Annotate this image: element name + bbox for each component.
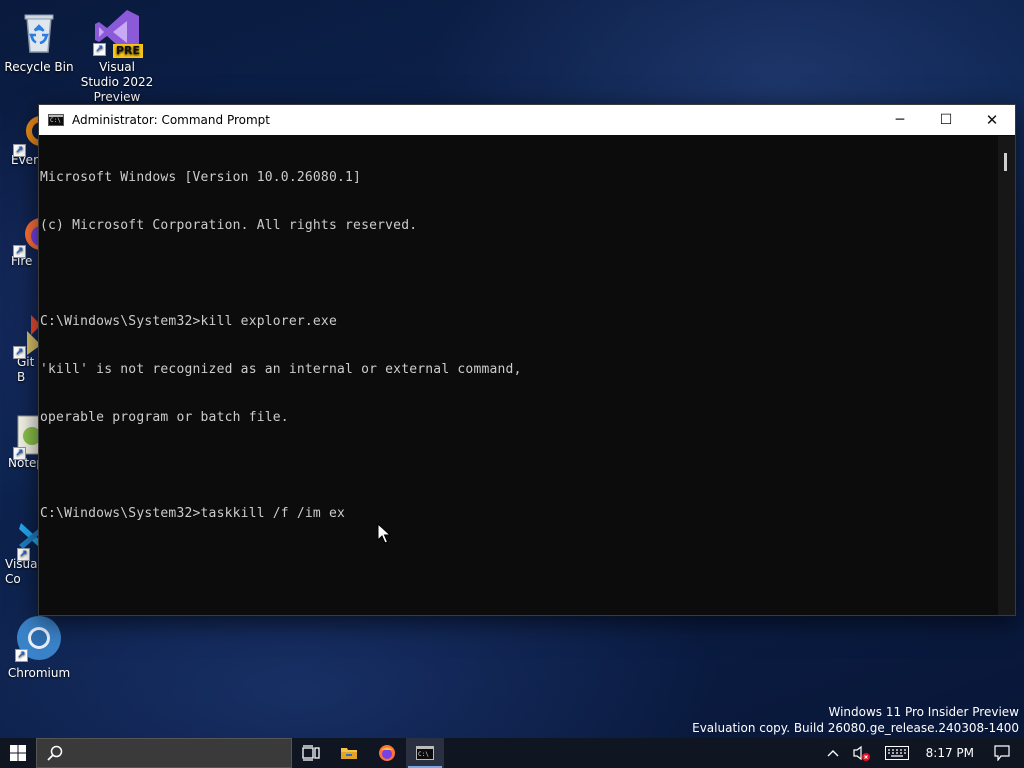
shortcut-arrow-icon: ↗ (93, 43, 106, 56)
svg-text:C:\: C:\ (418, 751, 429, 758)
window-titlebar[interactable]: C:\ Administrator: Command Prompt ─ ☐ ✕ (39, 105, 1015, 135)
windows-watermark: Windows 11 Pro Insider Preview Evaluatio… (692, 704, 1019, 736)
desktop-icon-label: Recycle Bin (4, 60, 74, 74)
shortcut-arrow-icon: ↗ (13, 447, 26, 460)
touch-keyboard-button[interactable] (878, 738, 916, 768)
firefox-icon (379, 745, 395, 761)
window-title: Administrator: Command Prompt (72, 113, 270, 127)
shortcut-arrow-icon: ↗ (13, 144, 26, 157)
recycle-bin-icon (15, 8, 63, 56)
taskbar-clock[interactable]: 8:17 PM (916, 738, 984, 768)
scrollbar-thumb[interactable] (1004, 153, 1007, 171)
search-icon (47, 745, 63, 761)
start-button[interactable] (0, 738, 36, 768)
vertical-scrollbar[interactable] (998, 136, 1015, 615)
desktop-icon-label: Git B (17, 355, 35, 384)
task-view-icon (302, 745, 320, 761)
system-tray: 8:17 PM (820, 738, 1024, 768)
desktop-icon-label: Chromium (7, 666, 71, 680)
desktop-icon-label: Visual Studio 2022 Preview (80, 60, 154, 104)
pre-badge: PRE (112, 44, 143, 58)
task-view-button[interactable] (292, 738, 330, 768)
desktop-icon-visual-studio-code[interactable]: ↗ Visual Co (1, 513, 39, 587)
desktop-icon-firefox[interactable]: ↗ Fire (1, 210, 39, 269)
close-button[interactable]: ✕ (969, 105, 1015, 135)
notification-icon (994, 745, 1010, 761)
volume-muted-icon (853, 745, 870, 761)
taskbar: C:\ 8:17 PM (0, 738, 1024, 768)
taskbar-search-box[interactable] (36, 738, 292, 768)
keyboard-icon (884, 746, 909, 760)
windows-logo-icon (10, 745, 26, 761)
desktop-icon-everything[interactable]: ↗ Every (1, 109, 39, 168)
desktop-icon-chromium[interactable]: ↗ Chromium (1, 614, 77, 681)
volume-button[interactable] (846, 738, 878, 768)
console-line: (c) Microsoft Corporation. All rights re… (40, 218, 418, 233)
desktop-icon-recycle-bin[interactable]: Recycle Bin (1, 8, 77, 75)
taskbar-firefox[interactable] (368, 738, 406, 768)
console-line: C:\Windows\System32>kill explorer.exe (40, 314, 337, 329)
shortcut-arrow-icon: ↗ (13, 245, 26, 258)
watermark-build: Evaluation copy. Build 26080.ge_release.… (692, 721, 1019, 735)
vscode-icon: ↗ (15, 513, 39, 561)
chevron-up-icon (827, 750, 839, 757)
cmd-app-icon: C:\ (48, 114, 64, 126)
console-input-line[interactable]: C:\Windows\System32>taskkill /f /im ex (40, 506, 998, 522)
action-center-button[interactable] (984, 738, 1024, 768)
folder-icon (341, 748, 357, 759)
command-prompt-window[interactable]: C:\ Administrator: Command Prompt ─ ☐ ✕ … (38, 104, 1016, 616)
minimize-button[interactable]: ─ (877, 105, 923, 135)
maximize-button[interactable]: ☐ (923, 105, 969, 135)
shortcut-arrow-icon: ↗ (17, 548, 30, 561)
git-bash-icon: ↗ (13, 311, 39, 359)
visual-studio-icon: PRE ↗ (93, 8, 143, 58)
chromium-icon: ↗ (15, 614, 63, 662)
notepad-icon: ↗ (8, 412, 39, 460)
console-line: operable program or batch file. (40, 410, 289, 425)
taskbar-command-prompt[interactable]: C:\ (406, 738, 444, 768)
shortcut-arrow-icon: ↗ (15, 649, 28, 662)
firefox-icon: ↗ (11, 210, 39, 258)
desktop-icon-label: Visual Co (5, 557, 39, 586)
command-prompt-icon: C:\ (416, 746, 434, 760)
show-hidden-icons-button[interactable] (820, 738, 846, 768)
taskbar-file-explorer[interactable] (330, 738, 368, 768)
console-line: 'kill' is not recognized as an internal … (40, 362, 522, 377)
desktop-icon-visual-studio-preview[interactable]: PRE ↗ Visual Studio 2022 Preview (79, 8, 155, 105)
watermark-edition: Windows 11 Pro Insider Preview (828, 705, 1019, 719)
console-line: Microsoft Windows [Version 10.0.26080.1] (40, 170, 362, 185)
everything-icon: ↗ (11, 109, 39, 157)
shortcut-arrow-icon: ↗ (13, 346, 26, 359)
console-output[interactable]: Microsoft Windows [Version 10.0.26080.1]… (39, 136, 998, 615)
mouse-pointer-icon (377, 523, 391, 544)
desktop-icon-notepad-plus-plus[interactable]: ↗ Notep (1, 412, 39, 471)
desktop-icon-git-bash[interactable]: ↗ Git B (1, 311, 39, 385)
